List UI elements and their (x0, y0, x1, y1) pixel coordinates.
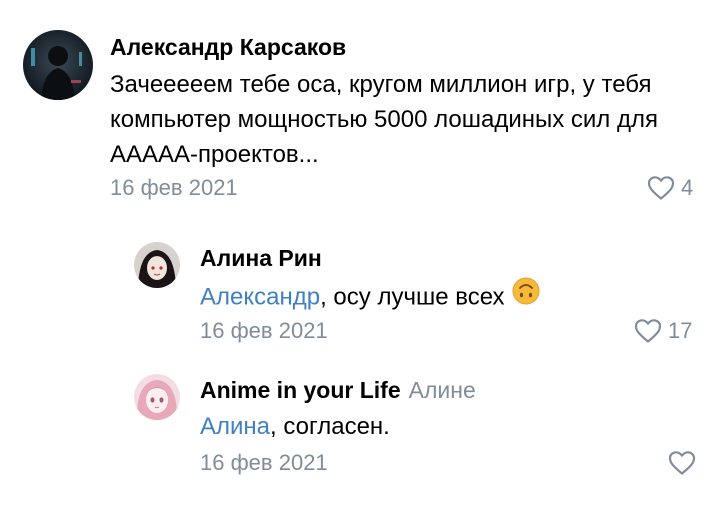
comment-body: , осу лучше всех (320, 283, 505, 311)
avatar-image (134, 374, 180, 420)
avatar-aleksandr-karsakov[interactable] (23, 30, 93, 100)
comment-author[interactable]: Алина Рин (200, 244, 322, 272)
upside-down-face-icon (511, 276, 541, 316)
avatar-alina-rin[interactable] (134, 242, 180, 288)
author-name[interactable]: Anime in your Life (200, 377, 401, 403)
avatar-image (23, 30, 93, 100)
avatar-anime-in-your-life[interactable] (134, 374, 180, 420)
comment-text: Александр, осу лучше всех (200, 276, 700, 318)
heart-outline-icon (634, 319, 662, 343)
comment-text: Зачеееeeм тебе оса, кругом миллион игр, … (110, 71, 658, 168)
avatar-image (134, 242, 180, 288)
mention-link[interactable]: Алина (200, 413, 270, 440)
comment-date[interactable]: 16 фев 2021 (110, 175, 238, 201)
reply-to-label[interactable]: Алине (409, 377, 476, 403)
like-button[interactable]: 17 (634, 318, 692, 344)
heart-outline-icon (647, 176, 675, 200)
mention-link[interactable]: Александр (200, 283, 320, 310)
comment-date[interactable]: 16 фев 2021 (200, 450, 328, 476)
comment-body: , согласен. (270, 413, 390, 440)
like-button[interactable]: 4 (647, 175, 693, 201)
like-count: 4 (681, 175, 694, 200)
heart-outline-icon (668, 451, 696, 475)
like-count: 17 (668, 318, 693, 343)
comment-date[interactable]: 16 фев 2021 (200, 318, 328, 344)
comment-author[interactable]: Александр Карсаков (110, 33, 346, 61)
comment-text: Алина, согласен. (200, 409, 700, 444)
comment-author: Anime in your Life Алине (200, 376, 476, 404)
like-button[interactable] (668, 450, 696, 476)
